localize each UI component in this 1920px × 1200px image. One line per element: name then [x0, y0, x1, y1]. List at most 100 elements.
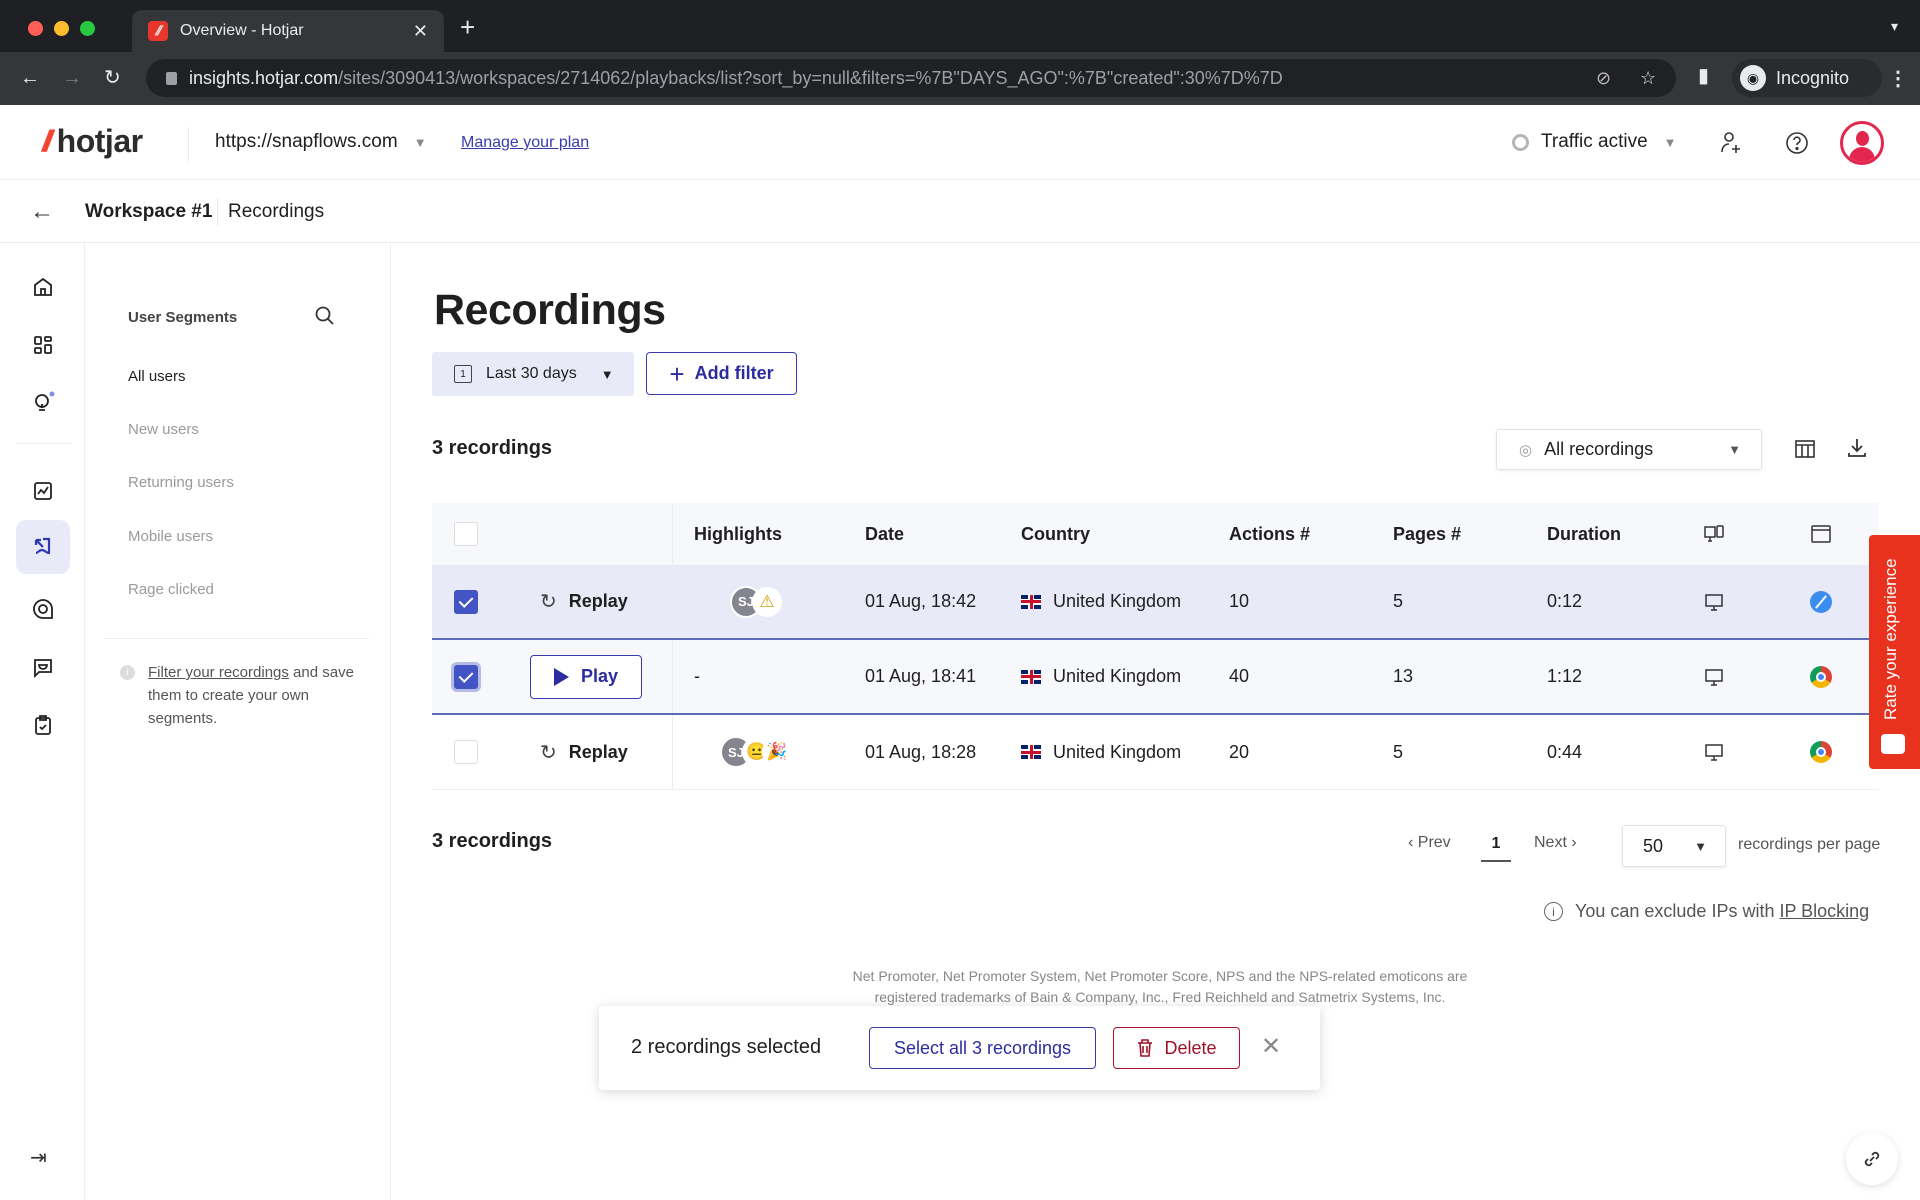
- warning-emoji-icon: ⚠: [752, 586, 782, 617]
- replay-button[interactable]: ↻ Replay: [540, 740, 628, 765]
- device-column-icon[interactable]: [1703, 523, 1725, 545]
- window-close-button[interactable]: [28, 21, 43, 36]
- back-arrow-icon[interactable]: ←: [30, 198, 54, 226]
- site-selector[interactable]: https://snapflows.com ▼: [215, 131, 427, 153]
- close-icon[interactable]: ✕: [1261, 1032, 1281, 1061]
- trends-icon[interactable]: [22, 470, 64, 512]
- browser-toolbar: ← → ↻ insights.hotjar.com/sites/3090413/…: [0, 52, 1920, 105]
- home-icon[interactable]: [22, 266, 64, 308]
- tab-close-icon[interactable]: ✕: [413, 21, 428, 42]
- url-text: insights.hotjar.com/sites/3090413/worksp…: [189, 67, 1283, 88]
- next-page-button[interactable]: Next ›: [1534, 834, 1577, 852]
- ip-blocking-link[interactable]: IP Blocking: [1779, 901, 1869, 922]
- copy-link-button[interactable]: [1846, 1133, 1898, 1185]
- eye-slash-icon[interactable]: ⊘: [1596, 68, 1611, 89]
- date-range-dropdown[interactable]: 1 Last 30 days ▼: [432, 352, 634, 396]
- recordings-table: Highlights Date Country Actions # Pages …: [432, 503, 1879, 790]
- recordings-icon[interactable]: [16, 520, 70, 574]
- desktop-icon: [1704, 742, 1724, 762]
- segment-rage-clicked[interactable]: Rage clicked: [128, 581, 214, 598]
- table-row[interactable]: ↻ Replay SJ 😐 🎉 01 Aug, 18:28 United King…: [432, 715, 1879, 790]
- dashboard-icon[interactable]: [22, 324, 64, 366]
- header-country[interactable]: Country: [1021, 524, 1090, 545]
- segment-returning-users[interactable]: Returning users: [128, 474, 234, 491]
- add-filter-button[interactable]: + Add filter: [646, 352, 797, 395]
- traffic-status-dropdown[interactable]: Traffic active ▼: [1512, 131, 1677, 153]
- lock-icon: [166, 71, 177, 85]
- recording-pages: 5: [1393, 741, 1404, 762]
- selection-count: 2 recordings selected: [631, 1036, 822, 1058]
- table-row[interactable]: Play - 01 Aug, 18:41 United Kingdom 40 1…: [432, 640, 1879, 715]
- tab-search-chevron-icon[interactable]: ▾: [1891, 18, 1898, 35]
- logo-text: hotjar: [56, 123, 143, 159]
- table-row[interactable]: ↻ Replay SJ ⚠ 01 Aug, 18:42 United Kingdo…: [432, 565, 1879, 640]
- feedback-icon[interactable]: [22, 646, 64, 688]
- row-checkbox[interactable]: [454, 740, 478, 764]
- row-checkbox[interactable]: [454, 664, 478, 689]
- incognito-profile-button[interactable]: ◉ Incognito: [1732, 59, 1882, 97]
- segment-new-users[interactable]: New users: [128, 421, 199, 438]
- browser-menu-icon[interactable]: ⋮: [1888, 66, 1908, 91]
- search-icon[interactable]: [314, 305, 336, 332]
- header-duration[interactable]: Duration: [1547, 524, 1621, 545]
- desktop-icon: [1704, 667, 1724, 687]
- header-date[interactable]: Date: [865, 524, 904, 545]
- row-checkbox[interactable]: [454, 589, 478, 614]
- collapse-sidebar-icon[interactable]: ⇥: [30, 1145, 47, 1170]
- window-minimize-button[interactable]: [54, 21, 69, 36]
- invite-user-icon[interactable]: [1718, 129, 1746, 157]
- rate-experience-tab[interactable]: Rate your experience: [1869, 535, 1920, 769]
- segment-all-users[interactable]: All users: [128, 368, 186, 385]
- left-nav-rail: [0, 243, 85, 1200]
- per-page-select[interactable]: 50 ▼: [1622, 825, 1726, 867]
- chevron-down-icon: ▼: [413, 134, 427, 150]
- manage-plan-link[interactable]: Manage your plan: [461, 134, 589, 152]
- segment-mobile-users[interactable]: Mobile users: [128, 528, 213, 545]
- header-highlights[interactable]: Highlights: [694, 524, 782, 545]
- traffic-status-label: Traffic active: [1541, 131, 1648, 152]
- uk-flag-icon: [1021, 745, 1041, 759]
- checklist-icon[interactable]: [22, 704, 64, 746]
- recordings-view-select[interactable]: ◎ All recordings ▼: [1496, 429, 1762, 470]
- address-bar[interactable]: insights.hotjar.com/sites/3090413/worksp…: [146, 59, 1676, 97]
- filter-recordings-link[interactable]: Filter your recordings: [148, 664, 289, 681]
- bookmark-star-icon[interactable]: ☆: [1640, 68, 1656, 89]
- chevron-down-icon: ▼: [1728, 442, 1741, 457]
- breadcrumb-workspace[interactable]: Workspace #1: [85, 201, 212, 223]
- replay-icon: ↻: [540, 741, 557, 764]
- window-maximize-button[interactable]: [80, 21, 95, 36]
- select-all-recordings-button[interactable]: Select all 3 recordings: [869, 1027, 1096, 1069]
- breadcrumb: ← Workspace #1 Recordings: [0, 180, 1920, 243]
- new-tab-button[interactable]: +: [460, 14, 475, 40]
- eye-icon: ◎: [1519, 441, 1533, 459]
- trash-icon: [1138, 1039, 1153, 1057]
- chrome-icon: [1810, 741, 1832, 763]
- recordings-count: 3 recordings: [432, 437, 553, 459]
- browser-tab[interactable]: ⫽ Overview - Hotjar ✕: [132, 10, 444, 52]
- reload-icon[interactable]: ↻: [104, 67, 121, 89]
- app-header: // hotjar https://snapflows.com ▼ Manage…: [0, 105, 1920, 180]
- user-avatar[interactable]: [1840, 121, 1884, 165]
- hotjar-logo[interactable]: // hotjar: [42, 123, 143, 160]
- replay-button[interactable]: ↻ Replay: [540, 589, 628, 614]
- surveys-icon[interactable]: [22, 588, 64, 630]
- help-icon[interactable]: [1783, 129, 1811, 157]
- side-panel-icon[interactable]: ▮: [1698, 65, 1709, 87]
- play-button[interactable]: Play: [530, 654, 642, 699]
- recording-duration: 1:12: [1547, 666, 1583, 686]
- page-number-current[interactable]: 1: [1481, 826, 1511, 862]
- columns-icon[interactable]: [1794, 438, 1816, 465]
- back-arrow-icon[interactable]: ←: [20, 67, 40, 89]
- tab-title: Overview - Hotjar: [180, 22, 304, 39]
- download-icon[interactable]: [1845, 436, 1869, 465]
- header-divider: [188, 127, 189, 163]
- browser-column-icon[interactable]: [1810, 523, 1832, 545]
- delete-button[interactable]: Delete: [1113, 1027, 1240, 1069]
- header-pages[interactable]: Pages #: [1393, 524, 1461, 545]
- insights-lightbulb-icon[interactable]: [22, 382, 64, 424]
- forward-arrow-icon[interactable]: →: [62, 67, 82, 89]
- header-actions[interactable]: Actions #: [1229, 524, 1310, 545]
- feedback-face-icon: [1881, 734, 1905, 754]
- select-all-checkbox[interactable]: [454, 522, 478, 546]
- prev-page-button[interactable]: ‹ Prev: [1408, 834, 1451, 852]
